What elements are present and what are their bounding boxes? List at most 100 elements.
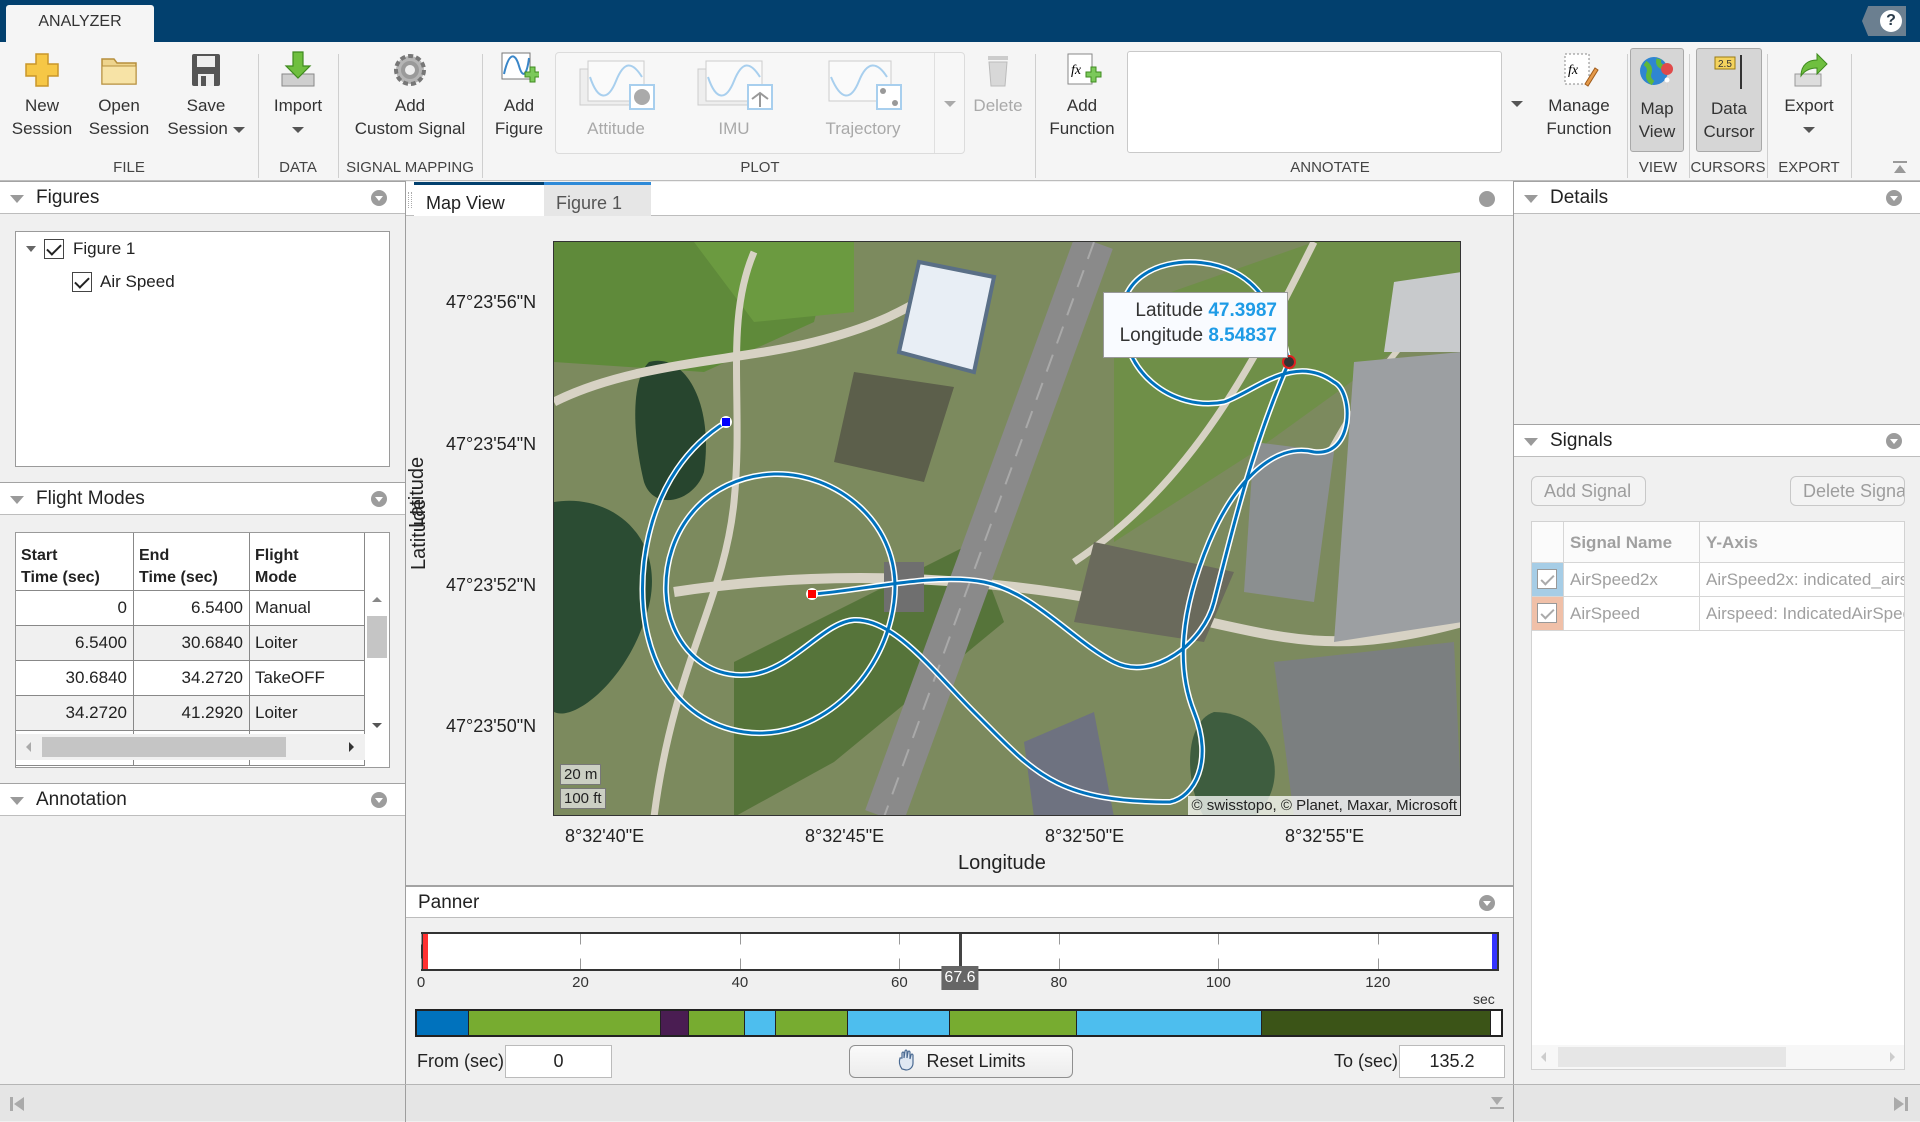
tree-node-figure-1[interactable]: Figure 1 xyxy=(26,237,326,261)
table-cell[interactable]: 6.5400 xyxy=(16,626,134,661)
signal-name[interactable]: AirSpeed xyxy=(1564,597,1700,631)
table-cell[interactable]: Loiter xyxy=(250,696,365,731)
flight-mode-segment[interactable] xyxy=(1262,1011,1491,1035)
signal-y-axis[interactable]: AirSpeed2x: indicated_airspeed xyxy=(1700,563,1904,597)
signal-color-swatch[interactable] xyxy=(1532,597,1564,631)
reset-limits-button[interactable]: Reset Limits xyxy=(849,1045,1073,1078)
flight-mode-segment[interactable] xyxy=(417,1011,469,1035)
table-cell[interactable]: 34.2720 xyxy=(134,661,250,696)
table-cell[interactable]: 30.6840 xyxy=(16,661,134,696)
scroll-right-icon[interactable] xyxy=(1890,1052,1895,1062)
geographic-map[interactable]: 20 m 100 ft © swisstopo, © Planet, Maxar… xyxy=(553,241,1461,816)
add-signal-button[interactable]: Add Signal xyxy=(1531,476,1646,506)
panel-options-icon[interactable] xyxy=(371,491,387,507)
help-button[interactable]: ? xyxy=(1862,6,1906,36)
panel-options-icon[interactable] xyxy=(1886,433,1902,449)
delete-signal-button[interactable]: Delete Signal xyxy=(1790,476,1905,506)
attitude-plot-button[interactable]: Attitude xyxy=(566,57,666,140)
flight-modes-panel-header[interactable]: Flight Modes xyxy=(0,482,405,515)
flight-mode-segment[interactable] xyxy=(689,1011,745,1035)
import-button[interactable]: Import xyxy=(262,50,334,140)
expand-triangle-icon[interactable] xyxy=(26,246,36,252)
add-custom-signal-button[interactable]: Add Custom Signal xyxy=(344,50,476,140)
gallery-expand-button[interactable] xyxy=(934,53,964,153)
flight-mode-bar[interactable] xyxy=(415,1009,1503,1037)
table-cell[interactable]: 30.6840 xyxy=(134,626,250,661)
scroll-left-icon[interactable] xyxy=(26,742,31,752)
panel-options-icon[interactable] xyxy=(1886,190,1902,206)
column-header-signal-name[interactable]: Signal Name xyxy=(1564,522,1700,563)
collapse-left-button[interactable] xyxy=(9,1096,25,1117)
map-view-toggle[interactable]: Map View xyxy=(1630,48,1684,152)
signal-checkbox[interactable] xyxy=(1537,603,1557,623)
table-cell[interactable]: Manual xyxy=(250,591,365,626)
to-input[interactable]: 135.2 xyxy=(1399,1045,1505,1078)
delete-button[interactable]: Delete xyxy=(968,50,1028,117)
tree-node-air-speed[interactable]: Air Speed xyxy=(26,270,326,294)
panner-left-limit-handle[interactable] xyxy=(423,934,428,969)
scrollbar-thumb[interactable] xyxy=(42,737,286,757)
signals-panel-header[interactable]: Signals xyxy=(1514,424,1920,457)
collapse-right-button[interactable] xyxy=(1893,1096,1909,1117)
flight-mode-segment[interactable] xyxy=(660,1011,690,1035)
scroll-right-icon[interactable] xyxy=(349,742,354,752)
table-cell[interactable]: 0 xyxy=(16,591,134,626)
annotation-panel-header[interactable]: Annotation xyxy=(0,783,405,816)
flight-mode-segment[interactable] xyxy=(775,1011,848,1035)
flight-mode-segment[interactable] xyxy=(745,1011,776,1035)
trajectory-plot-button[interactable]: Trajectory xyxy=(808,57,918,140)
panel-options-icon[interactable] xyxy=(371,792,387,808)
new-session-button[interactable]: New Session xyxy=(8,50,76,140)
signal-y-axis[interactable]: Airspeed: IndicatedAirSpeed xyxy=(1700,597,1904,631)
column-header-start-time[interactable]: Start Time (sec) xyxy=(16,533,134,591)
panel-options-icon[interactable] xyxy=(371,190,387,206)
column-header-end-time[interactable]: End Time (sec) xyxy=(134,533,250,591)
tab-map-view[interactable]: Map View xyxy=(414,182,544,216)
panner-right-limit-handle[interactable] xyxy=(1492,934,1497,969)
panner-cursor-value[interactable]: 67.6 xyxy=(941,966,979,990)
table-cell[interactable]: 34.2720 xyxy=(16,696,134,731)
details-panel-header[interactable]: Details xyxy=(1514,181,1920,214)
signal-name[interactable]: AirSpeed2x xyxy=(1564,563,1700,597)
air-speed-checkbox[interactable] xyxy=(72,272,92,292)
add-figure-button[interactable]: Add Figure xyxy=(488,50,550,140)
panel-options-icon[interactable] xyxy=(1479,191,1495,207)
data-tip[interactable]: Latitude 47.3987 Longitude 8.54837 xyxy=(1103,292,1288,358)
column-header-flight-mode[interactable]: Flight Mode xyxy=(250,533,365,591)
data-cursor-toggle[interactable]: 2.5 Data Cursor xyxy=(1696,48,1762,152)
table-cell[interactable]: Loiter xyxy=(250,626,365,661)
scroll-down-icon[interactable] xyxy=(372,723,382,728)
flight-mode-segment[interactable] xyxy=(950,1011,1078,1035)
column-header-y-axis[interactable]: Y-Axis xyxy=(1700,522,1904,563)
save-session-button[interactable]: Save Session xyxy=(160,50,252,140)
function-list[interactable] xyxy=(1127,51,1502,153)
signals-horizontal-scrollbar[interactable] xyxy=(1532,1045,1904,1069)
signal-color-swatch[interactable] xyxy=(1532,563,1564,597)
left-panel-divider[interactable] xyxy=(405,181,406,1084)
right-panel-divider[interactable] xyxy=(1513,181,1514,1084)
flight-mode-segment[interactable] xyxy=(1077,1011,1263,1035)
scrollbar-thumb[interactable] xyxy=(1558,1047,1786,1067)
collapse-panner-button[interactable] xyxy=(1490,1095,1504,1116)
collapse-toolstrip-button[interactable] xyxy=(1893,160,1907,174)
imu-plot-button[interactable]: IMU xyxy=(684,57,784,140)
flight-mode-segment[interactable] xyxy=(847,1011,951,1035)
table-cell[interactable]: 41.2920 xyxy=(134,696,250,731)
figure-1-checkbox[interactable] xyxy=(44,239,64,259)
table-vertical-scrollbar[interactable] xyxy=(365,591,389,734)
figures-panel-header[interactable]: Figures xyxy=(0,181,405,214)
tab-figure-1[interactable]: Figure 1 xyxy=(544,182,651,216)
function-list-dropdown[interactable] xyxy=(1504,51,1530,153)
table-cell[interactable]: 6.5400 xyxy=(134,591,250,626)
signal-checkbox[interactable] xyxy=(1537,569,1557,589)
drag-handle-icon[interactable] xyxy=(408,192,412,208)
scroll-up-icon[interactable] xyxy=(372,597,382,602)
add-function-button[interactable]: fx Add Function xyxy=(1042,50,1122,140)
flight-mode-segment[interactable] xyxy=(468,1011,661,1035)
scrollbar-thumb[interactable] xyxy=(367,616,387,658)
tab-analyzer[interactable]: ANALYZER xyxy=(6,5,154,42)
table-horizontal-scrollbar[interactable] xyxy=(16,734,365,760)
scroll-left-icon[interactable] xyxy=(1541,1052,1546,1062)
panel-options-icon[interactable] xyxy=(1479,895,1495,911)
manage-function-button[interactable]: fx Manage Function xyxy=(1537,50,1621,140)
